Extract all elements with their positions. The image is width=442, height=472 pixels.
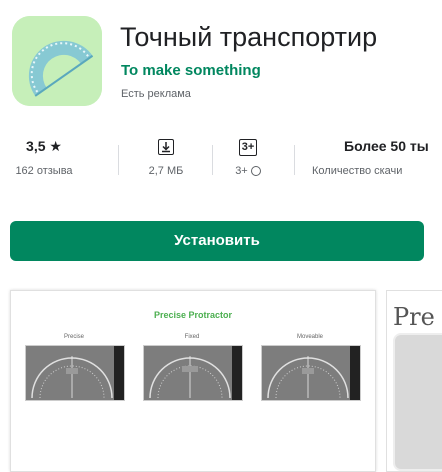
- stats-divider: [294, 145, 295, 175]
- protractor-app-icon: [12, 16, 102, 106]
- phone-label: Moveable: [296, 334, 323, 340]
- stats-divider: [212, 145, 213, 175]
- developer-link[interactable]: To make something: [121, 62, 261, 79]
- download-icon: [158, 139, 174, 156]
- reviews-count: 162 отзыва: [15, 165, 73, 177]
- info-icon: [250, 166, 261, 177]
- app-icon: [12, 16, 102, 106]
- stats-divider: [118, 145, 119, 175]
- age-rating-badge: 3+: [238, 138, 258, 156]
- rating-stat[interactable]: 3,5 ★ 162 отзыва: [6, 135, 82, 177]
- rating-value: 3,5: [26, 138, 46, 154]
- protractor-preview-image: [261, 345, 361, 401]
- age-stat[interactable]: 3+ 3+: [228, 135, 268, 177]
- downloads-label: Количество скачи: [312, 165, 403, 177]
- screenshot-title: Pre: [393, 303, 435, 331]
- age-label: 3+: [235, 165, 248, 177]
- screenshot-2[interactable]: Pre: [386, 290, 442, 472]
- phone-label: Precise: [63, 334, 84, 340]
- downloads-stat: Более 50 ты Количество скачи: [312, 135, 442, 177]
- phone-preview: Fixed: [137, 334, 247, 415]
- phone-preview: [393, 333, 442, 471]
- install-button[interactable]: Установить: [10, 221, 424, 261]
- screenshot-1[interactable]: Precise Protractor Precise Fixed Moveabl…: [10, 290, 376, 472]
- app-size: 2,7 МБ: [148, 165, 184, 177]
- app-title: Точный транспортир: [120, 22, 378, 52]
- protractor-preview-image: [25, 345, 125, 401]
- ads-notice: Есть реклама: [121, 88, 191, 100]
- downloads-value: Более 50 ты: [344, 138, 429, 154]
- star-icon: ★: [49, 138, 62, 154]
- stats-row: 3,5 ★ 162 отзыва 2,7 МБ 3+ 3+ Более 50 т…: [0, 135, 442, 190]
- screenshot-title: Precise Protractor: [153, 310, 233, 320]
- protractor-preview-image: [143, 345, 243, 401]
- phone-label: Fixed: [184, 334, 200, 340]
- phone-preview: Moveable: [255, 334, 365, 415]
- size-stat: 2,7 МБ: [136, 135, 196, 177]
- phone-preview: Precise: [19, 334, 129, 415]
